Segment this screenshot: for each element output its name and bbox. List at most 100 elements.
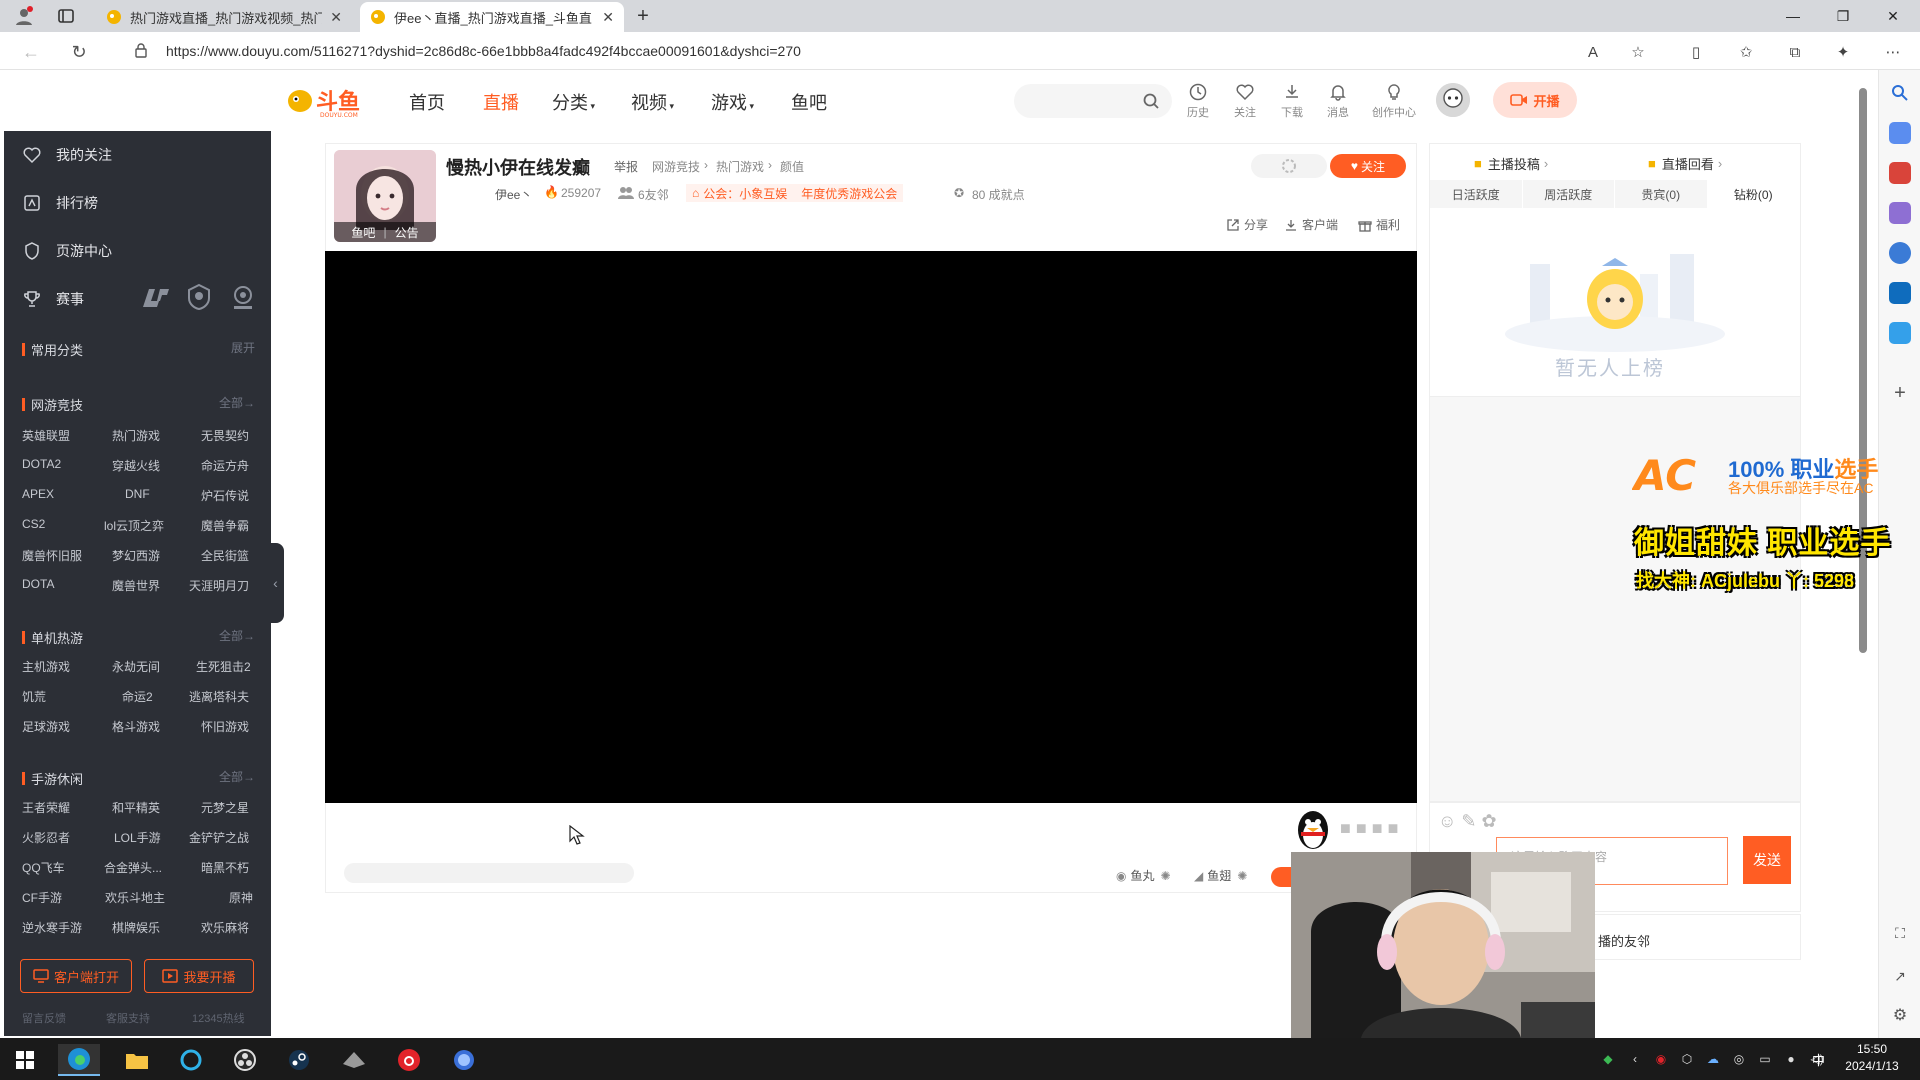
- video-player[interactable]: [325, 251, 1417, 803]
- category-link[interactable]: 全民街篮: [201, 547, 249, 564]
- nav-category[interactable]: 分类 ▾: [552, 89, 595, 115]
- read-aloud-icon[interactable]: A: [1582, 41, 1604, 63]
- anchor-submission-link[interactable]: ■ 主播投稿 ›: [1474, 154, 1548, 173]
- client-button[interactable]: 客户端: [1284, 216, 1338, 233]
- game-app-icon[interactable]: [333, 1044, 375, 1076]
- category-link[interactable]: LOL手游: [114, 829, 161, 846]
- achievement-points[interactable]: 80 成就点: [972, 186, 1025, 203]
- open-client-button[interactable]: 客户端打开: [20, 959, 132, 993]
- screenshot-icon[interactable]: ⛶: [1889, 922, 1911, 944]
- view-all-link[interactable]: 全部→: [219, 394, 255, 411]
- url-field[interactable]: https://www.douyu.com/5116271?dyshid=2c8…: [112, 37, 1662, 65]
- tray-music-icon[interactable]: ◉: [1652, 1050, 1670, 1068]
- tab-current-room[interactable]: 伊ee丶直播_热门游戏直播_斗鱼直 ✕: [360, 2, 624, 32]
- tray-shield-icon[interactable]: ⬡: [1678, 1050, 1696, 1068]
- category-link[interactable]: 金铲铲之战: [189, 829, 249, 846]
- favorites-icon[interactable]: ✩: [1735, 41, 1757, 63]
- obs-icon[interactable]: [224, 1044, 266, 1076]
- close-tab-icon[interactable]: ✕: [602, 9, 614, 26]
- ime-indicator[interactable]: 中: [1812, 1050, 1825, 1069]
- category-link[interactable]: 合金弹头...: [104, 859, 162, 876]
- steam-icon[interactable]: [278, 1044, 320, 1076]
- category-link[interactable]: lol云顶之弈: [104, 517, 164, 534]
- anchor-name[interactable]: 伊ee丶: [495, 186, 532, 203]
- tab-hot-games[interactable]: 热门游戏直播_热门游戏视频_热门 ✕: [96, 2, 352, 32]
- category-link[interactable]: CF手游: [22, 889, 62, 906]
- view-all-link[interactable]: 全部→: [219, 768, 255, 785]
- douyu-logo[interactable]: 斗鱼 DOUYU.COM: [286, 83, 378, 119]
- category-link[interactable]: 梦幻西游: [112, 547, 160, 564]
- breadcrumb-item[interactable]: 网游竞技: [652, 158, 700, 175]
- category-link[interactable]: 元梦之星: [201, 799, 249, 816]
- back-icon[interactable]: ←: [18, 39, 44, 65]
- extensions-icon[interactable]: ✦: [1832, 41, 1854, 63]
- close-tab-icon[interactable]: ✕: [330, 9, 342, 26]
- search-icon[interactable]: [1142, 92, 1160, 110]
- messages-button[interactable]: 消息: [1318, 82, 1358, 120]
- replay-link[interactable]: ■ 直播回看 ›: [1648, 154, 1722, 173]
- emoji-tools[interactable]: ☺ ✎ ✿: [1438, 811, 1497, 832]
- category-link[interactable]: APEX: [22, 487, 54, 501]
- games-icon[interactable]: [1889, 202, 1911, 224]
- anchor-avatar[interactable]: 鱼吧 | 公告: [334, 150, 436, 242]
- tab-diamond-fans[interactable]: 钻粉(0): [1707, 180, 1800, 208]
- lpl-logo-icon[interactable]: [140, 285, 172, 313]
- category-link[interactable]: 棋牌娱乐: [112, 919, 160, 936]
- toolbox-icon[interactable]: [1889, 162, 1911, 184]
- category-link[interactable]: CS2: [22, 517, 45, 531]
- copilot-icon[interactable]: [1889, 242, 1911, 264]
- tray-mic-icon[interactable]: ●: [1782, 1050, 1800, 1068]
- sign-in-toggle[interactable]: [1251, 154, 1327, 178]
- restore-icon[interactable]: ❐: [1820, 0, 1866, 32]
- category-link[interactable]: DNF: [125, 487, 150, 501]
- sidebar-item-events[interactable]: 赛事: [22, 287, 84, 311]
- follow-button[interactable]: ♥ 关注: [1330, 154, 1406, 178]
- notice-tag[interactable]: 公告: [395, 224, 419, 241]
- tab-vip[interactable]: 贵宾(0): [1615, 180, 1708, 208]
- category-link[interactable]: 热门游戏: [112, 427, 160, 444]
- dota2-logo-icon[interactable]: [228, 283, 258, 313]
- favorite-star-icon[interactable]: ☆: [1627, 41, 1649, 63]
- category-link[interactable]: 魔兽争霸: [201, 517, 249, 534]
- friends-count[interactable]: 6友邻: [638, 186, 669, 203]
- profile-icon[interactable]: [13, 5, 35, 27]
- breadcrumb-item[interactable]: 颜值: [780, 158, 804, 175]
- welfare-button[interactable]: 福利: [1358, 216, 1400, 233]
- category-link[interactable]: DOTA2: [22, 457, 61, 471]
- category-link[interactable]: 永劫无间: [112, 658, 160, 675]
- category-link[interactable]: 魔兽怀旧服: [22, 547, 82, 564]
- minimize-icon[interactable]: —: [1770, 0, 1816, 32]
- netease-music-icon[interactable]: [388, 1044, 430, 1076]
- category-link[interactable]: 欢乐麻将: [201, 919, 249, 936]
- nav-games[interactable]: 游戏 ▾: [711, 89, 754, 115]
- category-link[interactable]: QQ飞车: [22, 859, 65, 876]
- scrollbar-thumb[interactable]: [1859, 88, 1867, 653]
- windows-start-icon[interactable]: [4, 1044, 46, 1076]
- category-link[interactable]: 足球游戏: [22, 718, 70, 735]
- open-external-icon[interactable]: ↗: [1889, 965, 1911, 987]
- support-link[interactable]: 客服支持: [106, 1010, 150, 1026]
- user-avatar[interactable]: [1436, 83, 1470, 117]
- category-link[interactable]: 天涯明月刀: [189, 577, 249, 594]
- new-tab-icon[interactable]: +: [632, 5, 654, 27]
- more-menu-icon[interactable]: ⋯: [1882, 41, 1904, 63]
- category-link[interactable]: 和平精英: [112, 799, 160, 816]
- category-link[interactable]: 暗黑不朽: [201, 859, 249, 876]
- tab-daily-active[interactable]: 日活跃度: [1430, 180, 1523, 208]
- fishbar-tag[interactable]: 鱼吧: [351, 224, 375, 241]
- collections-icon[interactable]: ⧉: [1784, 41, 1806, 63]
- tray-network-icon[interactable]: ▭: [1756, 1050, 1774, 1068]
- sidebar-item-rankings[interactable]: 排行榜: [22, 191, 98, 215]
- category-link[interactable]: 王者荣耀: [22, 799, 70, 816]
- close-window-icon[interactable]: ✕: [1870, 0, 1916, 32]
- category-link[interactable]: 主机游戏: [22, 658, 70, 675]
- app-blue-ring-icon[interactable]: [170, 1044, 212, 1076]
- send-button[interactable]: 发送: [1743, 836, 1791, 884]
- guild-chip[interactable]: ⌂ 公会：小象互娱 年度优秀游戏公会: [686, 184, 904, 202]
- search-icon[interactable]: [1889, 82, 1911, 104]
- feedback-link[interactable]: 留言反馈: [22, 1010, 66, 1026]
- nav-live[interactable]: 直播: [483, 89, 519, 115]
- file-explorer-icon[interactable]: [116, 1044, 158, 1076]
- i-want-to-stream-button[interactable]: 我要开播: [144, 959, 254, 993]
- category-link[interactable]: 炉石传说: [201, 487, 249, 504]
